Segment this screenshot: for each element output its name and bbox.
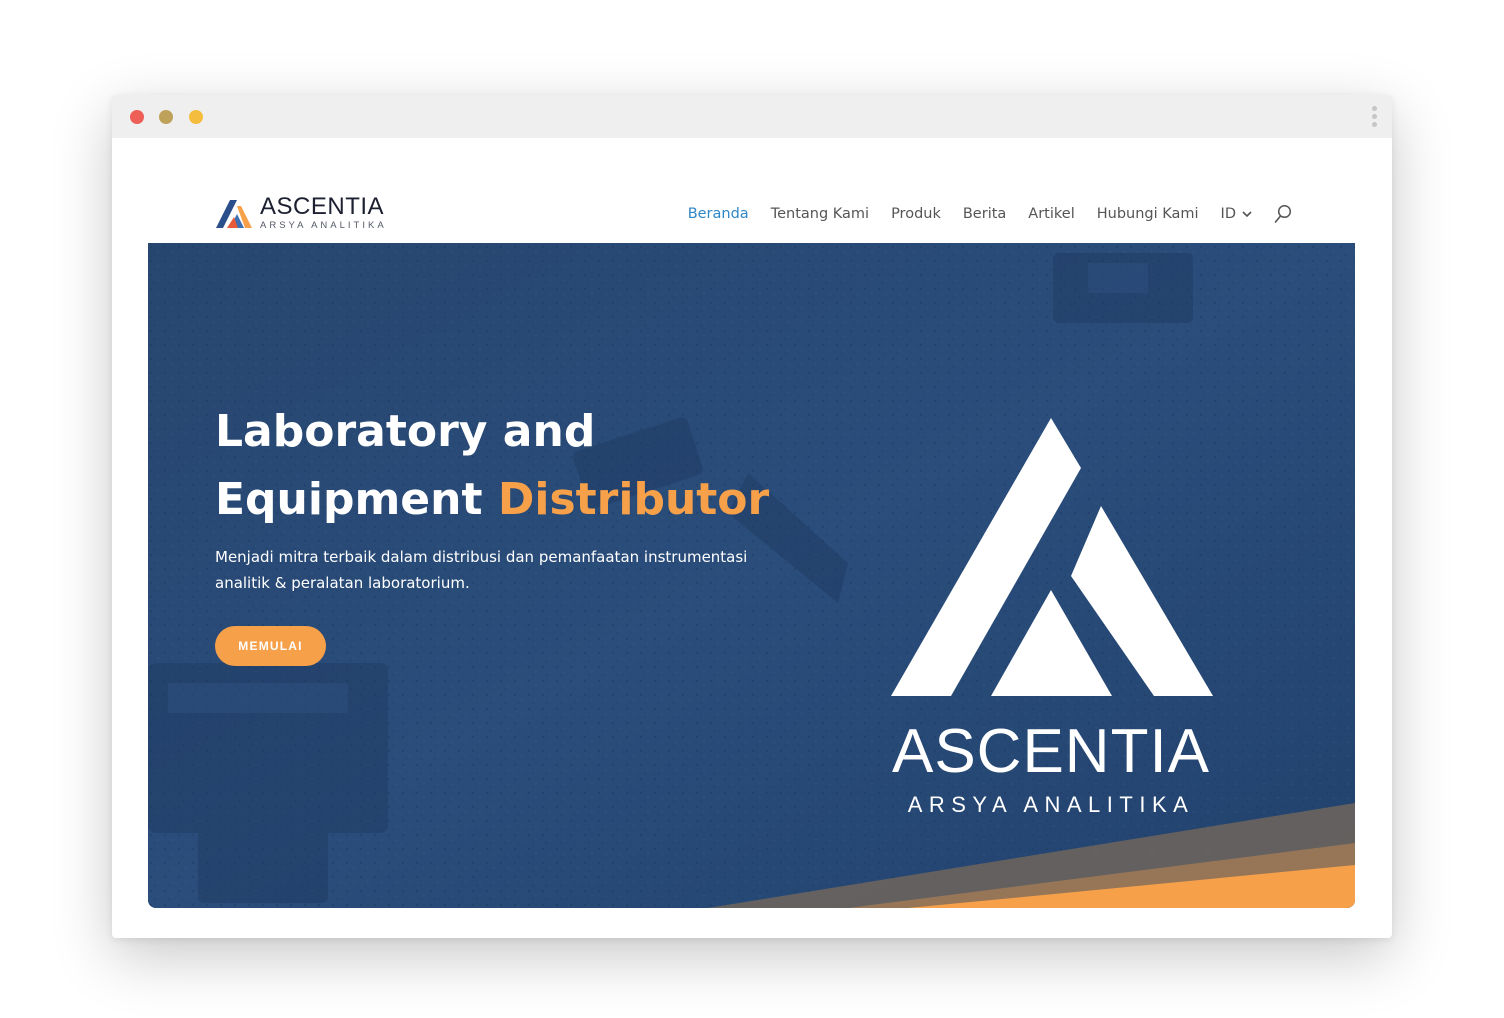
memulai-button[interactable]: MEMULAI	[215, 626, 326, 666]
main-navigation: Beranda Tentang Kami Produk Berita Artik…	[666, 202, 1292, 226]
kebab-menu-icon[interactable]	[1372, 106, 1378, 128]
ascentia-mountain-logo-icon	[216, 200, 252, 228]
browser-titlebar	[112, 95, 1392, 138]
site-logo[interactable]: ASCENTIA ARSYA ANALITIKA	[214, 190, 404, 232]
site-header: ASCENTIA ARSYA ANALITIKA Beranda Tentang…	[112, 138, 1392, 243]
hero-description: Menjadi mitra terbaik dalam distribusi d…	[215, 548, 748, 592]
nav-item-beranda[interactable]: Beranda	[688, 206, 749, 222]
chevron-down-icon	[1242, 210, 1252, 217]
language-label: ID	[1220, 206, 1236, 222]
hero-title-accent: Distributor	[497, 474, 770, 525]
hero-title: Laboratory and Equipment Distributor	[215, 398, 835, 534]
logo-tagline: ARSYA ANALITIKA	[260, 220, 387, 231]
search-icon	[1274, 204, 1292, 223]
hero-section: Laboratory and Equipment Distributor Men…	[148, 243, 1355, 908]
close-window-button[interactable]	[130, 110, 144, 124]
nav-item-artikel[interactable]: Artikel	[1028, 206, 1074, 222]
hero-brand-name: ASCENTIA	[891, 717, 1211, 786]
search-button[interactable]	[1274, 204, 1292, 224]
nav-item-produk[interactable]: Produk	[891, 206, 941, 222]
hero-title-line1: Laboratory and	[215, 406, 596, 457]
maximize-window-button[interactable]	[189, 110, 203, 124]
logo-name: ASCENTIA	[260, 193, 385, 220]
hero-brand-tagline: ARSYA ANALITIKA	[907, 792, 1195, 817]
nav-item-tentang-kami[interactable]: Tentang Kami	[771, 206, 869, 222]
browser-window: ASCENTIA ARSYA ANALITIKA Beranda Tentang…	[112, 95, 1392, 938]
nav-item-berita[interactable]: Berita	[963, 206, 1006, 222]
hero-title-line2: Equipment	[215, 474, 483, 525]
language-selector[interactable]: ID	[1221, 206, 1252, 222]
minimize-window-button[interactable]	[159, 110, 173, 124]
nav-item-hubungi-kami[interactable]: Hubungi Kami	[1097, 206, 1199, 222]
